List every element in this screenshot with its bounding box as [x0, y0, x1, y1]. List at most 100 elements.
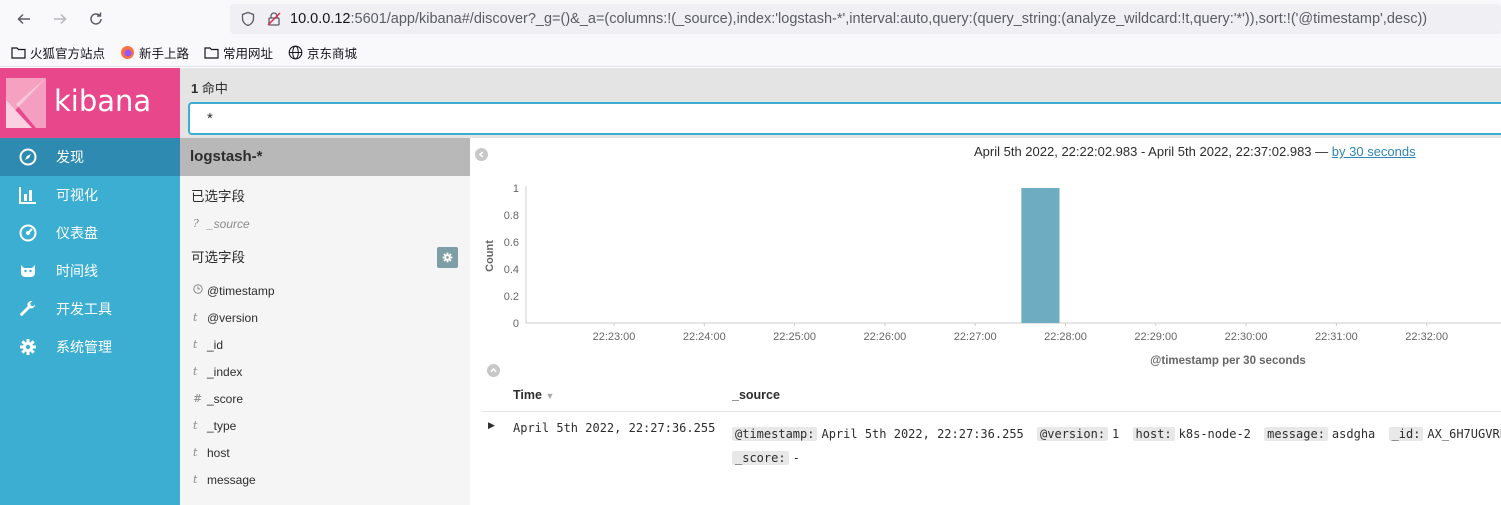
- collapse-chart-icon[interactable]: [487, 364, 500, 377]
- source-value: k8s-node-2: [1178, 427, 1251, 441]
- wrench-icon: [18, 299, 38, 319]
- reload-button[interactable]: [78, 0, 114, 38]
- field-type-icon: ?: [193, 217, 199, 230]
- column-header-source: _source: [732, 388, 780, 402]
- source-value: April 5th 2022, 22:27:36.255: [821, 427, 1024, 441]
- field-name: _index: [207, 364, 243, 379]
- bookmark-item[interactable]: 京东商城: [287, 43, 357, 62]
- nav-label: 系统管理: [56, 339, 112, 355]
- x-tick-label: 22:32:00: [1405, 331, 1448, 343]
- field-item[interactable]: @timestamp: [180, 277, 470, 304]
- insecure-lock-icon: [264, 9, 284, 29]
- field-item[interactable]: t _id: [180, 331, 470, 358]
- kibana-logo[interactable]: kibana: [0, 68, 180, 138]
- field-item-source[interactable]: ? _source: [180, 210, 470, 237]
- source-value: -: [792, 451, 800, 465]
- forward-button[interactable]: [42, 0, 78, 38]
- bookmark-label: 火狐官方站点: [30, 46, 106, 61]
- field-type-icon: #: [193, 392, 203, 405]
- field-settings-button[interactable]: [437, 247, 458, 268]
- x-tick-label: 22:30:00: [1225, 331, 1268, 343]
- nav-label: 可视化: [56, 187, 98, 203]
- source-key: _id:: [1388, 427, 1424, 441]
- y-axis-label: Count: [484, 240, 496, 272]
- source-value: asdgha: [1331, 427, 1376, 441]
- bookmark-label: 京东商城: [307, 46, 358, 61]
- field-item[interactable]: t @version: [180, 304, 470, 331]
- arrow-left-icon: [17, 13, 30, 25]
- field-type-icon: t: [193, 419, 198, 432]
- bar-chart-icon: [18, 185, 38, 205]
- query-bar: 1 命中 *: [180, 68, 1501, 138]
- search-input[interactable]: *: [188, 102, 1501, 135]
- field-name: host: [207, 445, 230, 460]
- x-tick-label: 22:27:00: [954, 331, 997, 343]
- reload-icon: [90, 12, 102, 25]
- x-tick-label: 22:23:00: [593, 331, 636, 343]
- arrow-right-icon: [54, 13, 67, 25]
- nav-label: 时间线: [56, 263, 98, 279]
- sort-desc-icon[interactable]: ▼: [545, 391, 554, 401]
- x-tick-label: 22:29:00: [1134, 331, 1177, 343]
- bookmark-item[interactable]: 常用网址: [203, 43, 273, 62]
- source-value: AX_6H7UGVRE: [1427, 427, 1501, 441]
- source-key: @timestamp:: [732, 427, 818, 441]
- gear-icon: [442, 252, 453, 263]
- index-pattern-title[interactable]: logstash-*: [180, 138, 470, 176]
- source-value: 1: [1112, 427, 1120, 441]
- nav-item-visualize[interactable]: 可视化: [0, 176, 180, 214]
- bookmark-label: 常用网址: [223, 46, 274, 61]
- firefox-icon: [119, 44, 135, 60]
- nav-label: 发现: [56, 149, 84, 165]
- expand-row-icon[interactable]: ▶: [488, 421, 495, 431]
- field-item[interactable]: t host: [180, 439, 470, 466]
- field-item[interactable]: # _score: [180, 385, 470, 412]
- nav-item-timelion[interactable]: 时间线: [0, 252, 180, 290]
- field-name: _id: [207, 337, 224, 352]
- x-tick-label: 22:28:00: [1044, 331, 1087, 343]
- bookmark-item[interactable]: 火狐官方站点: [10, 43, 105, 62]
- source-line: _score: -: [732, 446, 1501, 470]
- field-type-icon: t: [193, 338, 198, 351]
- available-fields-label: 可选字段: [191, 250, 245, 265]
- url-bar[interactable]: 10.0.0.12:5601/app/kibana#/discover?_g=(…: [230, 4, 1501, 34]
- table-row[interactable]: ▶ April 5th 2022, 22:27:36.255 @timestam…: [482, 416, 1501, 476]
- source-key: _score:: [732, 451, 789, 465]
- field-item[interactable]: t message: [180, 466, 470, 493]
- globe-icon: [287, 44, 303, 60]
- dashboard-icon: [18, 223, 38, 243]
- histogram-bar: [1021, 188, 1060, 323]
- clock-icon: [193, 284, 207, 297]
- browser-toolbar: 10.0.0.12:5601/app/kibana#/discover?_g=(…: [0, 0, 1501, 38]
- gear-icon: [18, 337, 38, 357]
- y-tick-label: 0.2: [504, 291, 519, 303]
- field-item[interactable]: t _type: [180, 412, 470, 439]
- folder-icon: [10, 44, 26, 60]
- x-tick-label: 22:24:00: [683, 331, 726, 343]
- kibana-logo-text: kibana: [54, 84, 152, 118]
- doc-table-header: Time ▼ _source: [482, 386, 1501, 412]
- row-source: @timestamp: April 5th 2022, 22:27:36.255 …: [732, 422, 1501, 470]
- nav-item-dashboard[interactable]: 仪表盘: [0, 214, 180, 252]
- nav-item-dev-tools[interactable]: 开发工具: [0, 290, 180, 328]
- hits-label: 命中: [201, 81, 228, 96]
- compass-icon: [18, 147, 38, 167]
- url-text: 10.0.0.12:5601/app/kibana#/discover?_g=(…: [290, 11, 1427, 27]
- column-header-time[interactable]: Time ▼: [513, 388, 554, 402]
- nav-item-management[interactable]: 系统管理: [0, 328, 180, 366]
- histogram-chart: Count @timestamp per 30 seconds 0 0.2 0.4 0…: [484, 183, 1501, 367]
- field-type-icon: t: [193, 365, 198, 378]
- bookmark-item[interactable]: 新手上路: [119, 43, 189, 62]
- nav-item-discover[interactable]: 发现: [0, 138, 180, 176]
- kibana-logo-icon: [6, 78, 46, 128]
- y-tick-label: 1: [513, 183, 519, 195]
- bookmarks-bar: 火狐官方站点 新手上路 常用网址 京东商城: [0, 38, 1501, 67]
- x-tick-label: 22:31:00: [1315, 331, 1358, 343]
- y-tick-label: 0: [513, 318, 519, 330]
- field-item[interactable]: t _index: [180, 358, 470, 385]
- hits-count: 1 命中: [191, 78, 228, 97]
- field-type-icon: t: [193, 473, 198, 486]
- folder-icon: [203, 44, 219, 60]
- back-button[interactable]: [6, 0, 42, 38]
- source-key: host:: [1132, 427, 1175, 441]
